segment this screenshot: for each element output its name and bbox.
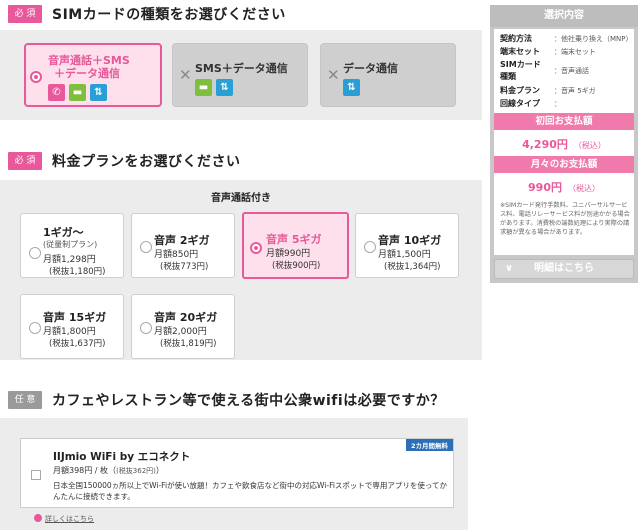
- sim-card-data[interactable]: ✕ データ通信 ⇅: [320, 43, 456, 107]
- wifi-option-card[interactable]: 2カ月間無料 IIJmio WiFi by エコネクト 月額398円 / 枚（(…: [20, 438, 454, 508]
- plan-radio[interactable]: [29, 322, 41, 334]
- plan-name: 音声 15ギガ: [43, 311, 107, 324]
- wifi-price-tax: (税抜362円): [116, 467, 156, 475]
- summary-value: ：他社乗り換え（MNP）: [554, 35, 633, 43]
- summary-note: ※SIMカード発行手数料、ユニバーサルサービス料、電話リレーサービス料が別途かか…: [500, 202, 630, 236]
- monthly-payment-label: 月々のお支払額: [494, 156, 634, 173]
- plan-tax: (税抜1,364円): [384, 262, 441, 272]
- sms-icon: ▬: [195, 79, 212, 96]
- wifi-section-title: カフェやレストラン等で使える街中公衆wifiは必要ですか？: [52, 393, 445, 409]
- plan-name: 音声 20ギガ: [154, 311, 218, 324]
- detail-button[interactable]: ∨ 明細はこちら: [494, 259, 634, 279]
- sim-card-label: SMS＋データ通信: [195, 62, 288, 75]
- wifi-checkbox[interactable]: [31, 470, 41, 480]
- sim-card-label: 音声通話＋SMS: [48, 54, 130, 67]
- phone-icon: ✆: [48, 84, 65, 101]
- summary-key: SIMカード: [500, 60, 541, 69]
- wifi-section-header: 任 意 カフェやレストラン等で使える街中公衆wifiは必要ですか？: [8, 388, 445, 412]
- wifi-detail-link[interactable]: 詳しくはこちら: [34, 514, 94, 524]
- plan-name: 音声 5ギガ: [266, 233, 322, 246]
- plan-name: 音声 10ギガ: [378, 234, 442, 247]
- plan-tax: (税抜900円): [272, 261, 321, 271]
- initial-amount-value: 4,290円: [522, 138, 568, 151]
- sim-panel: 音声通話＋SMS ＋データ通信 ✆ ▬ ⇅ ✕ SMS＋データ通信 ▬ ⇅ ✕ …: [0, 30, 482, 120]
- plan-card-5g[interactable]: 音声 5ギガ 月額990円 (税抜900円): [242, 212, 349, 279]
- plan-card-15g[interactable]: 音声 15ギガ 月額1,800円 (税抜1,637円): [20, 294, 124, 359]
- sim-card-voice-sms-data[interactable]: 音声通話＋SMS ＋データ通信 ✆ ▬ ⇅: [24, 43, 162, 107]
- sim-card-sms-data[interactable]: ✕ SMS＋データ通信 ▬ ⇅: [172, 43, 308, 107]
- plan-name: 1ギガ～: [43, 226, 84, 239]
- summary-value: ：: [554, 100, 561, 108]
- wifi-price-main: 月額398円 / 枚: [53, 466, 109, 475]
- summary-key: 種類: [500, 72, 516, 81]
- summary-value: ：端末セット: [554, 48, 596, 56]
- wifi-title: IIJmio WiFi by エコネクト: [53, 451, 191, 463]
- plan-tax: (税抜1,819円): [160, 339, 217, 349]
- plan-card-10g[interactable]: 音声 10ギガ 月額1,500円 (税抜1,364円): [355, 213, 459, 278]
- plan-card-20g[interactable]: 音声 20ギガ 月額2,000円 (税抜1,819円): [131, 294, 235, 359]
- sim-card-label: データ通信: [343, 62, 398, 75]
- plan-card-1g[interactable]: 1ギガ～ (従量制プラン) 月額1,298円 (税抜1,180円): [20, 213, 124, 278]
- monthly-amount-value: 990円: [528, 181, 562, 194]
- chevron-down-icon: ∨: [505, 263, 514, 274]
- wifi-description: 日本全国150000ヵ所以上でWi-Fiが使い放題！カフェや飲食店など街中の対応…: [53, 481, 448, 501]
- plan-panel: 音声通話付き 1ギガ～ (従量制プラン) 月額1,298円 (税抜1,180円)…: [0, 180, 482, 360]
- plan-group-label: 音声通話付き: [211, 193, 271, 204]
- monthly-amount-tax: （税込）: [567, 184, 600, 193]
- plan-price: 月額990円: [266, 249, 311, 259]
- plan-price: 月額850円: [154, 250, 199, 260]
- free-tag: 2カ月間無料: [405, 439, 453, 451]
- plan-radio[interactable]: [140, 322, 152, 334]
- plan-section-title: 料金プランをお選びください: [52, 154, 241, 170]
- wifi-price: 月額398円 / 枚（(税抜362円)）: [53, 466, 164, 475]
- monthly-payment-amount: 990円 （税込）: [494, 179, 634, 195]
- data-icon: ⇅: [216, 79, 233, 96]
- plan-price: 月額2,000円: [154, 327, 207, 337]
- plan-radio[interactable]: [364, 241, 376, 253]
- sim-card-label: ＋データ通信: [54, 67, 120, 80]
- detail-button-label: 明細はこちら: [534, 263, 594, 274]
- initial-payment-amount: 4,290円 （税込）: [494, 136, 634, 152]
- data-icon: ⇅: [343, 79, 360, 96]
- initial-amount-tax: （税込）: [573, 141, 606, 150]
- link-icon: [34, 514, 42, 522]
- summary-value: ：音声 5ギガ: [554, 87, 596, 95]
- summary-key: 料金プラン: [500, 86, 540, 95]
- plan-price: 月額1,298円: [43, 255, 96, 265]
- plan-price: 月額1,500円: [378, 250, 431, 260]
- summary-key: 契約方法: [500, 34, 532, 43]
- required-badge: 必 須: [8, 5, 42, 23]
- page: 必 須 SIMカードの種類をお選びください 音声通話＋SMS ＋データ通信 ✆ …: [0, 0, 640, 530]
- sim-radio-voice[interactable]: [30, 71, 42, 83]
- plan-price: 月額1,800円: [43, 327, 96, 337]
- summary-title: 選択内容: [490, 5, 638, 27]
- initial-payment-label: 初回お支払額: [494, 113, 634, 130]
- sim-section-header: 必 須 SIMカードの種類をお選びください: [8, 2, 286, 26]
- plan-radio[interactable]: [140, 241, 152, 253]
- summary-key: 回線タイプ: [500, 99, 540, 108]
- plan-card-2g[interactable]: 音声 2ギガ 月額850円 (税抜773円): [131, 213, 235, 278]
- wifi-detail-link-text: 詳しくはこちら: [45, 515, 94, 523]
- selection-summary-sidebar: 選択内容 契約方法 ：他社乗り換え（MNP） 端末セット ：端末セット SIMカ…: [490, 5, 638, 283]
- plan-name: 音声 2ギガ: [154, 234, 210, 247]
- summary-value: ：音声通話: [554, 67, 589, 75]
- data-icon: ⇅: [90, 84, 107, 101]
- plan-sub: (従量制プラン): [43, 240, 98, 249]
- plan-tax: (税抜1,180円): [49, 267, 106, 277]
- required-badge: 必 須: [8, 152, 42, 170]
- close-icon: ✕: [327, 66, 340, 84]
- plan-radio[interactable]: [250, 242, 262, 254]
- plan-tax: (税抜1,637円): [49, 339, 106, 349]
- plan-tax: (税抜773円): [160, 262, 209, 272]
- sms-icon: ▬: [69, 84, 86, 101]
- plan-section-header: 必 須 料金プランをお選びください: [8, 149, 241, 173]
- optional-badge: 任 意: [8, 391, 42, 409]
- summary-key: 端末セット: [500, 47, 540, 56]
- close-icon: ✕: [179, 66, 192, 84]
- plan-radio[interactable]: [29, 247, 41, 259]
- sim-section-title: SIMカードの種類をお選びください: [52, 7, 286, 23]
